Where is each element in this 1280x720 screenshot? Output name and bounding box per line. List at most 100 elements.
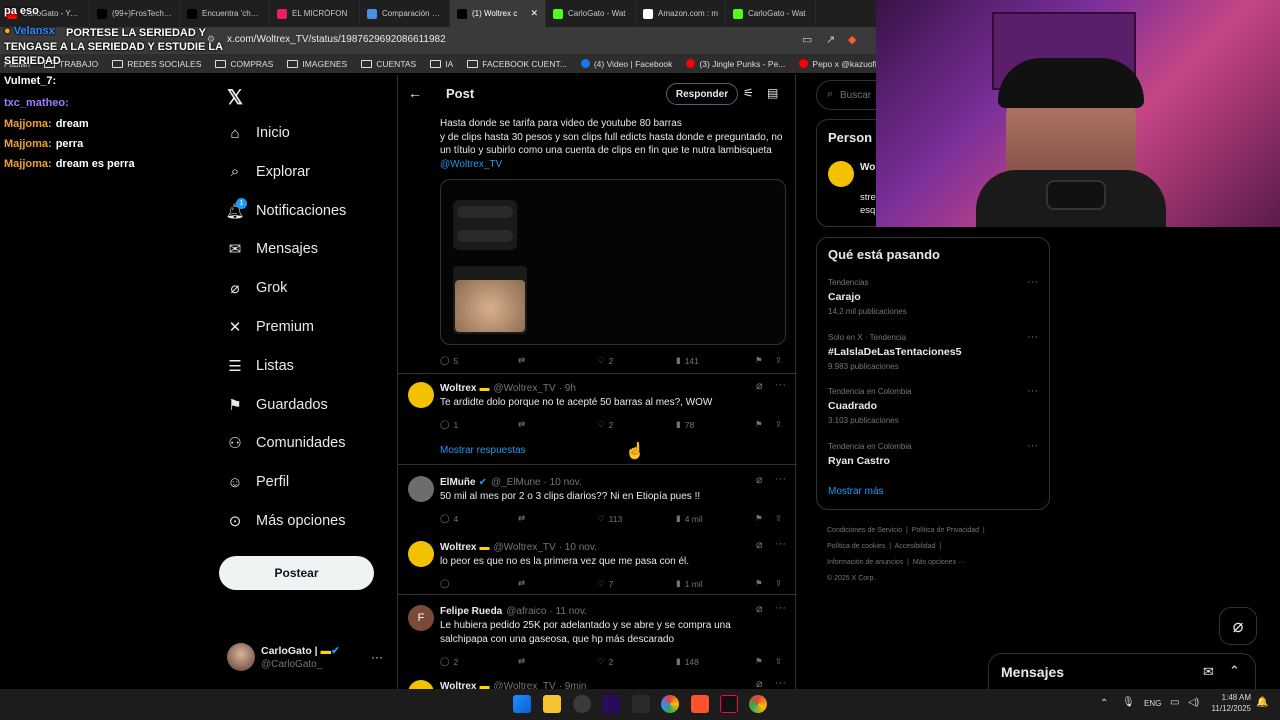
grok-reply-icon[interactable]: ⌀ <box>756 538 763 551</box>
nav-item-listas[interactable]: ☰ Listas <box>227 358 294 375</box>
share-action[interactable]: ⇪ <box>775 578 782 589</box>
reply-handle[interactable]: @_ElMune <box>491 477 541 488</box>
bookmark-action[interactable]: ⚑ <box>755 578 763 589</box>
reply-avatar[interactable]: F <box>408 605 434 631</box>
trend-item[interactable]: Tendencia en Colombia Cuadrado 3.103 publi… <box>817 385 1049 437</box>
reply-handle[interactable]: @Woltrex_TV <box>494 542 556 553</box>
reply-button[interactable]: Responder <box>666 83 738 105</box>
footer-accessibility[interactable]: Accesibilidad <box>895 543 936 550</box>
repost-stat[interactable]: ⇄ <box>518 419 529 430</box>
browser-tab[interactable]: Amazon.com : m <box>636 0 726 27</box>
reply-author[interactable]: ElMuñe <box>440 477 476 488</box>
reply-avatar[interactable] <box>408 382 434 408</box>
views-stat[interactable]: ▮ 1 mil <box>676 578 703 589</box>
search-box[interactable]: ⌕ Buscar <box>816 80 876 110</box>
repost-stat[interactable]: ⇄ <box>518 578 529 589</box>
browser-tab[interactable]: CarloGato - Wat <box>726 0 816 27</box>
nav-item-más-opciones[interactable]: ⊙ Más opciones <box>227 513 346 530</box>
bookmark-item[interactable]: FACEBOOK CUENT... <box>467 59 567 69</box>
reply-more-icon[interactable]: ··· <box>775 602 786 614</box>
reply-more-icon[interactable]: ··· <box>775 677 786 689</box>
messages-drawer[interactable]: Mensajes ✉ ⌃ <box>988 653 1256 689</box>
show-replies-link[interactable]: Mostrar respuestas <box>440 445 526 456</box>
trend-item[interactable]: Tendencias Carajo 14,2 mil publicaciones ··… <box>817 276 1049 328</box>
browser-tab[interactable]: (99+)FrosTech (@ <box>90 0 180 27</box>
bookmark-action[interactable]: ⚑ <box>755 419 763 430</box>
repost-stat[interactable]: ⇄ <box>518 656 529 667</box>
grok-reply-icon[interactable]: ⌀ <box>756 602 763 615</box>
post-button[interactable]: Postear <box>219 556 374 590</box>
bookmark-item[interactable]: COMPRAS <box>215 59 273 69</box>
bookmark-action[interactable]: ⚑ <box>755 513 763 524</box>
chrome-icon[interactable] <box>749 695 767 713</box>
reply-time[interactable]: · 9h <box>559 383 576 394</box>
bookmark-item[interactable]: CUENTAS <box>361 59 416 69</box>
back-arrow-icon[interactable]: ← <box>408 85 422 101</box>
repost-stat[interactable]: ⇄ <box>518 513 529 524</box>
share-action[interactable]: ⇪ <box>775 419 782 430</box>
share-action[interactable]: ⇪ <box>775 513 782 524</box>
browser-tab[interactable]: Comparación pre <box>360 0 450 27</box>
bookmark-item[interactable]: IMAGENES <box>287 59 347 69</box>
notification-bell-icon[interactable]: 🔔 <box>1256 697 1268 708</box>
like-stat[interactable]: ♡ 113 <box>597 513 622 524</box>
footer-terms[interactable]: Condiciones de Servicio <box>827 527 902 534</box>
reply-stat[interactable]: ◯ <box>440 578 454 589</box>
trend-more-icon[interactable]: ··· <box>1027 440 1038 452</box>
views-stat[interactable]: ▮ 78 <box>676 419 694 430</box>
windows-start-icon[interactable] <box>513 695 531 713</box>
reply-more-icon[interactable]: ··· <box>775 538 786 550</box>
post-mention-link[interactable]: @Woltrex_TV <box>440 159 502 170</box>
account-avatar[interactable] <box>227 643 255 671</box>
share-action[interactable]: ⇪ <box>775 355 782 366</box>
reader-icon[interactable]: ▤ <box>767 86 778 100</box>
browser-tab[interactable]: EL MICRÓFON <box>270 0 360 27</box>
share-action[interactable]: ⇪ <box>775 656 782 667</box>
bookmark-item[interactable]: IA <box>430 59 453 69</box>
people-avatar[interactable] <box>828 161 854 187</box>
file-explorer-icon[interactable] <box>543 695 561 713</box>
reply-more-icon[interactable]: ··· <box>775 473 786 485</box>
nav-item-guardados[interactable]: ⚑ Guardados <box>227 397 327 414</box>
trend-item[interactable]: Tendencia en Colombia Ryan Castro ··· <box>817 440 1049 492</box>
views-stat[interactable]: ▮ 141 <box>676 355 699 366</box>
like-stat[interactable]: ♡ 7 <box>597 578 613 589</box>
tab-close-icon[interactable]: ✕ <box>530 8 538 19</box>
bookmark-action[interactable]: ⚑ <box>755 355 763 366</box>
grok-float-icon[interactable]: ⌀ <box>1219 607 1257 645</box>
reply-author[interactable]: Woltrex <box>440 383 477 394</box>
reply-handle[interactable]: @Woltrex_TV <box>494 383 556 394</box>
nav-item-explorar[interactable]: ⌕ Explorar <box>227 163 310 180</box>
like-stat[interactable]: ♡ 2 <box>597 355 613 366</box>
browser-tab[interactable]: (1) Woltrex c ✕ <box>450 0 546 27</box>
reply-stat[interactable]: ◯ 2 <box>440 656 458 667</box>
bookmark-item[interactable]: Pepo x @kazuoficia... <box>799 59 876 69</box>
premiere-icon[interactable] <box>602 695 620 713</box>
expand-icon[interactable]: ⌃ <box>1229 663 1240 679</box>
url-text[interactable]: x.com/Woltrex_TV/status/1987629692086611… <box>227 34 446 45</box>
show-more-link[interactable]: Mostrar más <box>828 486 884 497</box>
nav-item-grok[interactable]: ⌀ Grok <box>227 280 287 297</box>
clock-date[interactable]: 11/12/2025 <box>1206 704 1251 713</box>
tiktok-icon[interactable] <box>720 695 738 713</box>
app-icon[interactable] <box>661 695 679 713</box>
account-name[interactable]: CarloGato | ▬✔ <box>261 645 340 657</box>
footer-more[interactable]: Más opciones ··· <box>913 559 965 566</box>
reply-time[interactable]: · 11 nov. <box>549 606 586 617</box>
nav-item-mensajes[interactable]: ✉ Mensajes <box>227 241 318 258</box>
reply-time[interactable]: · 10 nov. <box>544 477 582 488</box>
obs-icon[interactable] <box>573 695 591 713</box>
volume-icon[interactable]: ◁) <box>1188 697 1199 708</box>
nav-item-premium[interactable]: ✕ Premium <box>227 319 314 336</box>
grok-reply-icon[interactable]: ⌀ <box>756 379 763 392</box>
trend-more-icon[interactable]: ··· <box>1027 331 1038 343</box>
reply-more-icon[interactable]: ··· <box>775 379 786 391</box>
bookmark-action[interactable]: ⚑ <box>755 656 763 667</box>
trend-item[interactable]: Solo en X · Tendencia #LaIslaDeLasTentaci… <box>817 331 1049 383</box>
footer-cookies[interactable]: Política de cookies <box>827 543 885 550</box>
reply-stat[interactable]: ◯ 4 <box>440 513 458 524</box>
x-logo-icon[interactable]: 𝕏 <box>227 85 243 110</box>
brave-icon[interactable] <box>691 695 709 713</box>
trend-more-icon[interactable]: ··· <box>1027 385 1038 397</box>
views-stat[interactable]: ▮ 148 <box>676 656 699 667</box>
